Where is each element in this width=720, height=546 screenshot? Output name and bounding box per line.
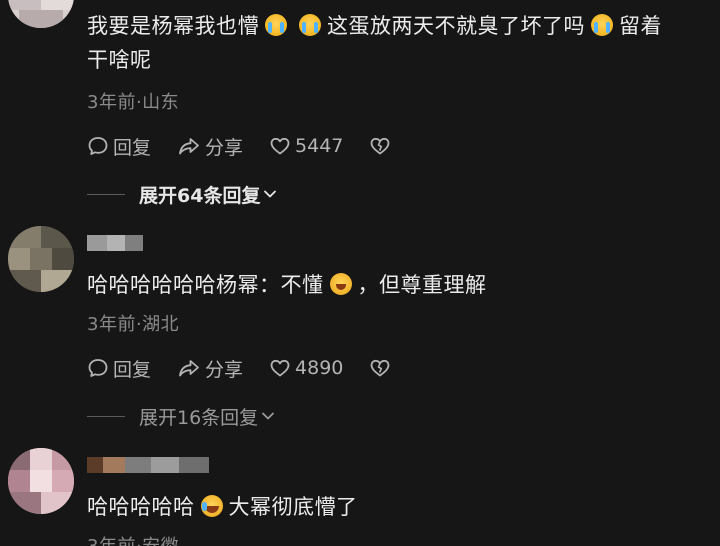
crying-emoji-icon [591, 14, 613, 36]
comment-text-part: 这蛋放两天不就臭了坏了吗 [327, 14, 585, 38]
shy-emoji-icon [329, 273, 352, 295]
share-arrow-icon [179, 360, 199, 377]
share-label: 分享 [205, 136, 244, 159]
chevron-down-icon [264, 190, 277, 198]
broken-heart-icon [370, 137, 390, 155]
comment-meta: 3年前·安徽 [87, 532, 179, 546]
divider-line [87, 415, 125, 417]
comment-text-part: 哈哈哈哈哈哈杨幂：不懂 [87, 273, 324, 297]
like-count: 5447 [295, 135, 344, 157]
rofl-emoji-icon [200, 495, 223, 517]
comment-actions: 回复 分享 5447 [87, 133, 421, 159]
comment-bubble-icon [88, 137, 108, 155]
divider-line [87, 193, 125, 195]
share-arrow-icon [179, 138, 199, 155]
like-count: 4890 [295, 357, 344, 379]
comment-text-part: 哈哈哈哈哈 [87, 495, 195, 519]
reply-label: 回复 [113, 358, 152, 381]
comment-text-part: 留着 [619, 14, 662, 38]
comment-bubble-icon [88, 359, 108, 377]
comment-meta: 3年前·湖北 [87, 314, 180, 335]
like-button[interactable]: 4890 [269, 357, 343, 379]
share-button[interactable]: 分享 [177, 133, 243, 160]
expand-label: 展开16条回复 [139, 406, 259, 429]
crying-emoji-icon [265, 14, 287, 36]
reply-button[interactable]: 回复 [87, 133, 151, 160]
expand-replies-button[interactable]: 展开64条回复 [87, 181, 278, 207]
heart-icon [270, 359, 290, 377]
broken-heart-icon [370, 359, 390, 377]
comment-text-part: 大幂彻底懵了 [228, 495, 358, 519]
expand-replies-button[interactable]: 展开16条回复 [87, 403, 276, 429]
share-label: 分享 [205, 358, 244, 381]
dislike-button[interactable] [369, 357, 395, 379]
avatar[interactable] [8, 448, 74, 514]
crying-emoji-icon [299, 14, 321, 36]
share-button[interactable]: 分享 [177, 355, 243, 382]
dislike-button[interactable] [369, 135, 395, 157]
comment-text: 哈哈哈哈哈哈杨幂：不懂 ，但尊重理解 [87, 268, 707, 302]
comment-text-part: 我要是杨幂我也懵 [87, 14, 259, 38]
reply-label: 回复 [113, 136, 152, 159]
comment-text: 哈哈哈哈哈 大幂彻底懵了 [87, 490, 707, 524]
reply-button[interactable]: 回复 [87, 355, 151, 382]
like-button[interactable]: 5447 [269, 135, 343, 157]
avatar[interactable] [8, 226, 74, 292]
avatar[interactable] [8, 0, 74, 28]
heart-icon [270, 137, 290, 155]
comment-text: 我要是杨幂我也懵 这蛋放两天不就臭了坏了吗 留着 干啥呢 [87, 9, 707, 77]
comment-text-part: 干啥呢 [87, 48, 152, 72]
expand-label: 展开64条回复 [139, 184, 261, 207]
chevron-down-icon [262, 412, 275, 420]
comment-actions: 回复 分享 4890 [87, 355, 421, 381]
comment-list: 我要是杨幂我也懵 这蛋放两天不就臭了坏了吗 留着 干啥呢 3年前·山东 回复 分享 … [0, 0, 720, 546]
comment-meta: 3年前·山东 [87, 92, 180, 113]
comment-text-part: ，但尊重理解 [357, 273, 487, 297]
